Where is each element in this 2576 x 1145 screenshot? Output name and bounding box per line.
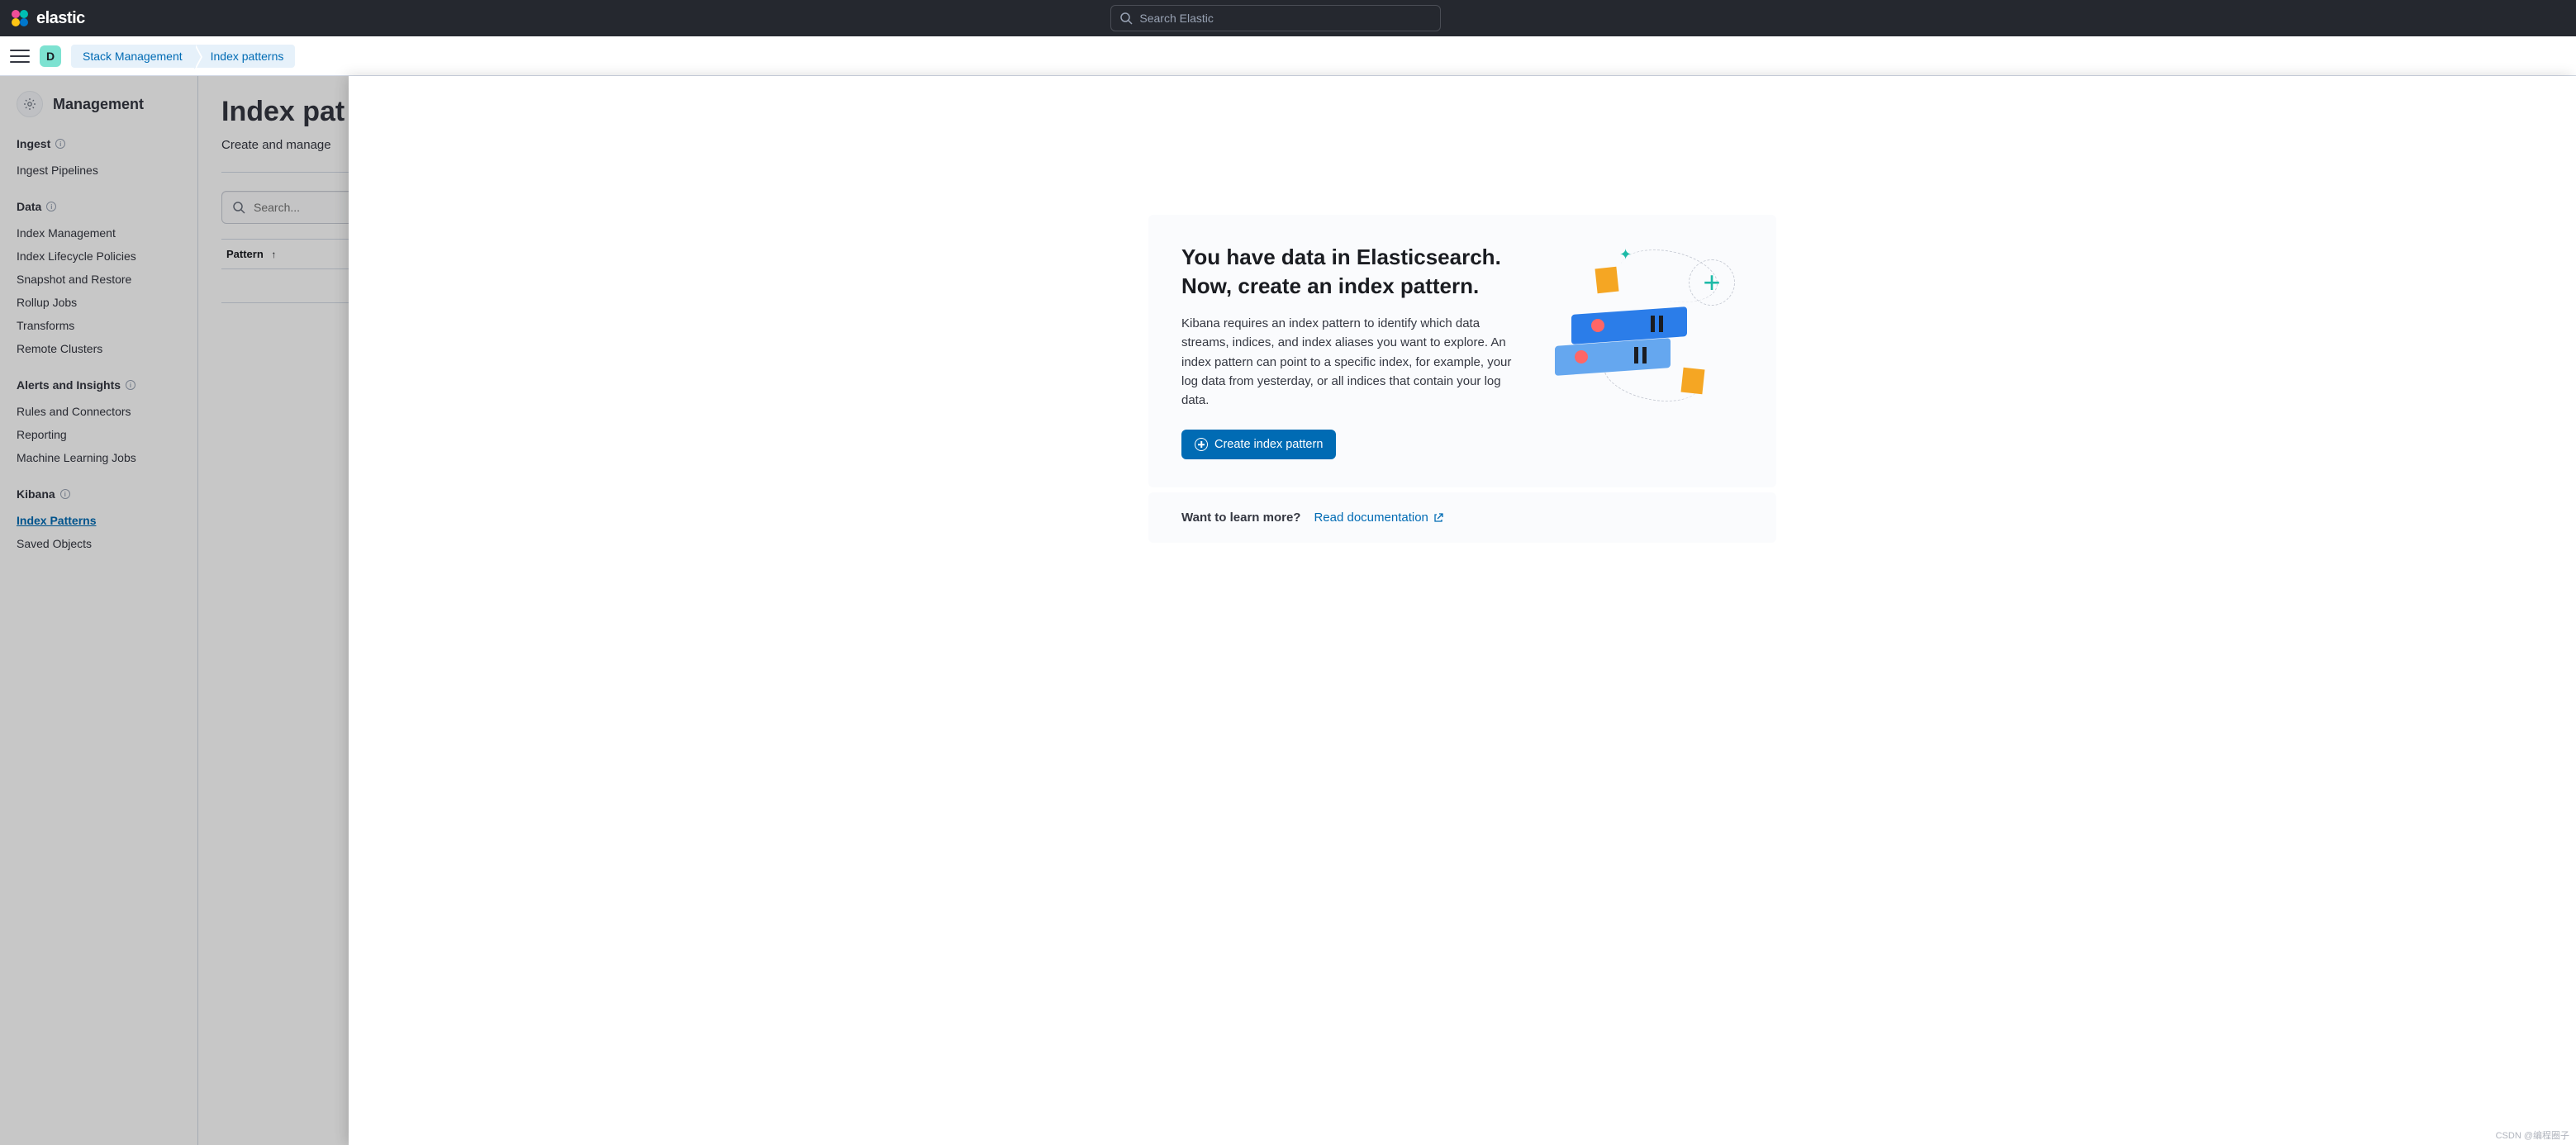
create-index-pattern-button[interactable]: Create index pattern (1181, 430, 1336, 459)
top-header: elastic (0, 0, 2576, 36)
learn-more-label: Want to learn more? (1181, 511, 1300, 525)
modal-backdrop[interactable] (0, 76, 349, 1145)
watermark: CSDN @编程圈子 (2496, 1128, 2569, 1142)
global-search[interactable] (1110, 5, 1441, 31)
breadcrumb-bar: D Stack Management Index patterns (0, 36, 2576, 76)
search-icon (1119, 12, 1133, 25)
space-selector[interactable]: D (40, 45, 61, 67)
brand-text: elastic (36, 9, 85, 28)
breadcrumb-stack-management[interactable]: Stack Management (71, 45, 194, 68)
elastic-logo-icon (10, 8, 30, 28)
prompt-title: You have data in Elasticsearch. Now, cre… (1181, 243, 1528, 301)
read-documentation-link[interactable]: Read documentation (1314, 511, 1442, 525)
index-pattern-illustration: ✦ + (1553, 243, 1743, 408)
empty-state-prompt: You have data in Elasticsearch. Now, cre… (1148, 215, 1776, 487)
brand-logo[interactable]: elastic (10, 8, 85, 28)
global-search-input[interactable] (1139, 12, 1432, 25)
prompt-description: Kibana requires an index pattern to iden… (1181, 314, 1528, 410)
breadcrumb: Stack Management Index patterns (71, 45, 295, 68)
external-link-icon (1433, 513, 1443, 523)
create-index-pattern-flyout: You have data in Elasticsearch. Now, cre… (349, 76, 2576, 1145)
nav-toggle-button[interactable] (10, 46, 30, 66)
learn-more-card: Want to learn more? Read documentation (1148, 492, 1776, 543)
plus-circle-icon (1195, 438, 1208, 451)
breadcrumb-index-patterns[interactable]: Index patterns (194, 45, 296, 68)
